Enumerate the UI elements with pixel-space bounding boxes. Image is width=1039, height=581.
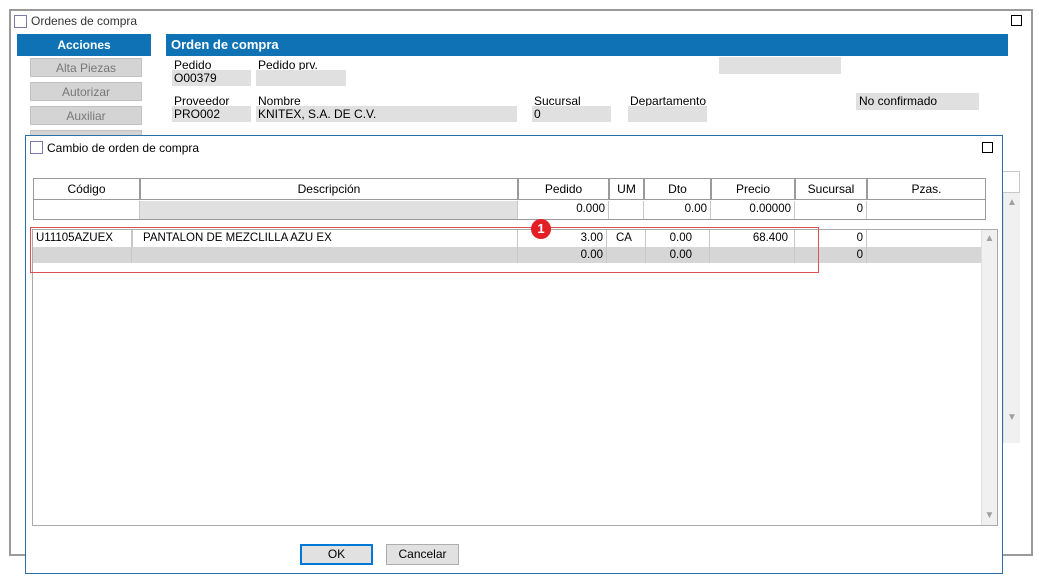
back-grid-scrollbar[interactable]: ▲ ▼	[1003, 193, 1020, 443]
column-header-um[interactable]: UM	[609, 178, 644, 200]
departamento-field[interactable]	[628, 106, 707, 122]
window-icon	[14, 15, 27, 28]
entry-pzas-input[interactable]	[867, 201, 986, 219]
unlabeled-field[interactable]	[719, 57, 841, 74]
row-pzas	[867, 247, 981, 263]
column-header-descripcion[interactable]: Descripción	[140, 178, 518, 200]
entry-pedido-input[interactable]: 0.000	[518, 201, 609, 219]
entry-um-input[interactable]	[609, 201, 644, 219]
sucursal-field[interactable]: 0	[532, 106, 611, 122]
pedido-field[interactable]: O00379	[172, 70, 251, 86]
maximize-icon[interactable]	[1011, 15, 1022, 26]
detail-list-scrollbar[interactable]: ▲ ▼	[981, 230, 997, 525]
scroll-up-icon[interactable]: ▲	[1004, 197, 1020, 208]
callout-badge: 1	[531, 219, 551, 239]
column-header-dto[interactable]: Dto	[644, 178, 711, 200]
column-header-precio[interactable]: Precio	[711, 178, 795, 200]
auxiliar-button[interactable]: Auxiliar	[30, 106, 142, 125]
dialog-title: Cambio de orden de compra	[47, 141, 200, 155]
column-header-pedido[interactable]: Pedido	[518, 178, 609, 200]
list-scroll-up-icon[interactable]: ▲	[982, 233, 997, 244]
alta-piezas-button[interactable]: Alta Piezas	[30, 58, 142, 77]
entry-descripcion-field	[140, 201, 518, 219]
acciones-header: Acciones	[17, 34, 151, 56]
window-title: Ordenes de compra	[31, 14, 138, 28]
autorizar-button[interactable]: Autorizar	[30, 82, 142, 101]
ok-button[interactable]: OK	[300, 544, 373, 565]
entry-codigo-input[interactable]	[33, 201, 140, 219]
orden-de-compra-header: Orden de compra	[166, 34, 1008, 56]
entry-sucursal-input[interactable]: 0	[795, 201, 867, 219]
column-header-codigo[interactable]: Código	[33, 178, 140, 200]
dialog-icon	[30, 141, 43, 154]
status-field: No confirmado	[856, 93, 979, 110]
dialog-maximize-icon[interactable]	[982, 142, 993, 153]
nombre-field[interactable]: KNITEX, S.A. DE C.V.	[256, 106, 517, 122]
back-grid-header-edge	[1003, 171, 1020, 193]
scroll-down-icon[interactable]: ▼	[1004, 412, 1020, 423]
entry-precio-input[interactable]: 0.00000	[711, 201, 795, 219]
highlight-box	[30, 227, 819, 273]
pedido-prv-field[interactable]	[256, 70, 346, 86]
entry-dto-input[interactable]: 0.00	[644, 201, 711, 219]
column-header-pzas[interactable]: Pzas.	[867, 178, 986, 200]
row-pzas	[867, 230, 981, 247]
column-header-sucursal[interactable]: Sucursal	[795, 178, 867, 200]
detail-list	[32, 229, 998, 526]
proveedor-field[interactable]: PRO002	[172, 106, 251, 122]
list-scroll-down-icon[interactable]: ▼	[982, 510, 997, 521]
cancel-button[interactable]: Cancelar	[386, 544, 459, 565]
